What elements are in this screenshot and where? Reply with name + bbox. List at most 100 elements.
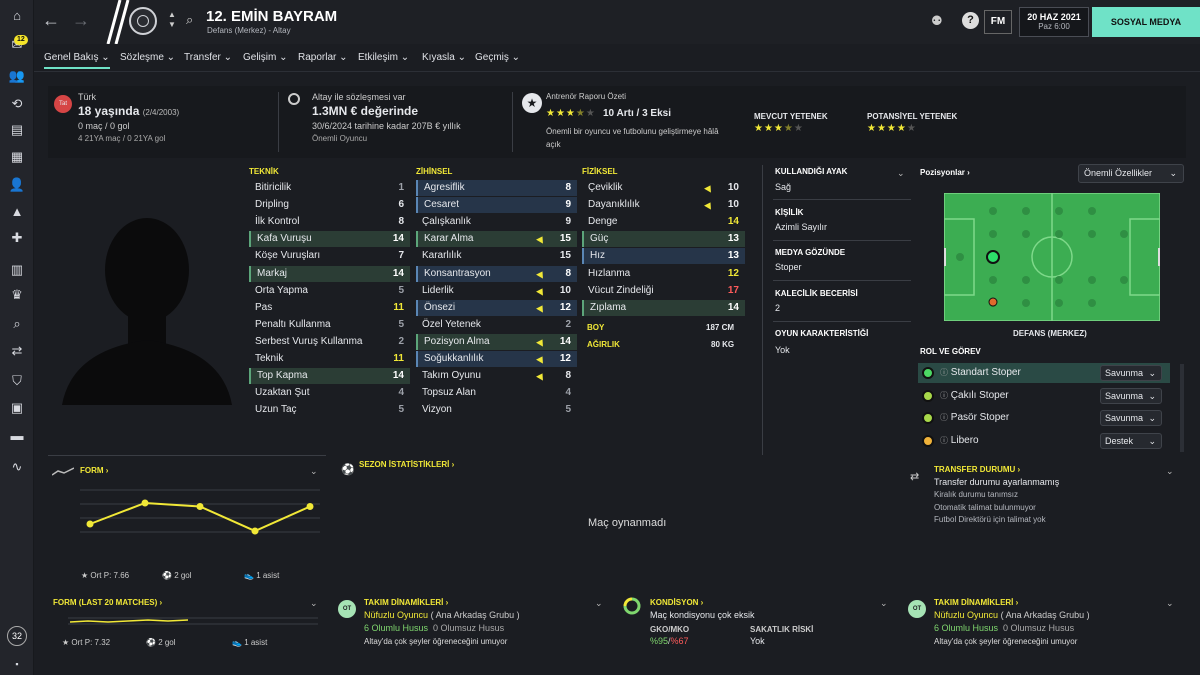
form20-link[interactable]: FORM (LAST 20 MATCHES) › (53, 598, 162, 607)
nation-flag-icon[interactable]: Tat (54, 95, 72, 113)
club-crest-icon[interactable] (129, 7, 157, 35)
attribute-row[interactable]: Orta Yapma 5 (249, 283, 410, 299)
training-icon[interactable]: ▤ (8, 122, 26, 138)
attribute-row[interactable]: Kararlılık 15 (416, 248, 577, 264)
key-attributes-dropdown[interactable]: Önemli Özellikler ⌄ (1078, 164, 1184, 183)
team-dynamics-link[interactable]: TAKIM DİNAMİKLERİ › (364, 598, 448, 607)
form-point[interactable] (86, 520, 94, 528)
attribute-row[interactable]: Pas 11 (249, 300, 410, 316)
social-media-button[interactable]: SOSYAL MEDYA (1092, 7, 1200, 37)
attribute-row[interactable]: Pozisyon Alma 14 (416, 333, 577, 350)
chevron-down-icon[interactable]: ⌄ (1166, 598, 1174, 609)
form-point[interactable] (251, 527, 259, 535)
finance-icon[interactable]: ▣ (8, 400, 26, 416)
condition-link[interactable]: KONDİSYON › (650, 598, 703, 607)
trend-icon[interactable]: ∿ (8, 459, 26, 475)
transfers-icon[interactable]: ⇄ (8, 343, 26, 359)
attribute-row[interactable]: Bitiricilik 1 (249, 180, 410, 196)
attribute-row[interactable]: Uzaktan Şut 4 (249, 385, 410, 401)
role-row[interactable]: ⓘ Pasör Stoper Savunma ⌄ (918, 408, 1170, 428)
duty-dropdown[interactable]: Savunma ⌄ (1100, 365, 1162, 381)
role-row[interactable]: ⓘ Libero Destek ⌄ (918, 431, 1170, 451)
attribute-row[interactable]: Vizyon 5 (416, 402, 577, 418)
tab-overview[interactable]: Genel Bakış ⌄ (44, 52, 110, 69)
transfer-status-link[interactable]: TRANSFER DURUMU › (934, 465, 1020, 474)
attribute-row[interactable]: Dripling 6 (249, 197, 410, 213)
team-dynamics-link-2[interactable]: TAKIM DİNAMİKLERİ › (934, 598, 1018, 607)
attribute-row[interactable]: Hız 13 (582, 248, 745, 265)
attribute-row[interactable]: Zıplama 14 (582, 299, 745, 316)
duty-dropdown[interactable]: Destek ⌄ (1100, 432, 1162, 449)
search-icon[interactable]: ⌕ (186, 12, 193, 28)
forward-arrow-icon[interactable]: → (72, 10, 90, 31)
role-row[interactable]: ⓘ Çakılı Stoper Savunma ⌄ (918, 386, 1170, 406)
tab-reports[interactable]: Raporlar ⌄ (298, 52, 348, 63)
chevron-down-icon[interactable]: ⌄ (880, 598, 888, 609)
chevron-down-icon[interactable]: ⌄ (595, 598, 603, 609)
attribute-row[interactable]: Top Kapma 14 (249, 368, 410, 385)
scouting-icon[interactable]: ⌕ (8, 316, 26, 332)
chevron-down-icon[interactable]: ⌄ (310, 598, 318, 609)
attribute-row[interactable]: Cesaret 9 (416, 197, 577, 214)
tab-contract[interactable]: Sözleşme ⌄ (120, 52, 175, 63)
money-icon[interactable]: ▬ (8, 428, 26, 444)
roles-scrollbar[interactable] (1180, 364, 1184, 452)
attribute-row[interactable]: Çeviklik 10 (582, 180, 745, 196)
calendar-icon[interactable]: ▥ (8, 262, 26, 278)
attribute-row[interactable]: Özel Yetenek 2 (416, 317, 577, 333)
chevron-down-icon[interactable]: ⌄ (310, 466, 318, 477)
attribute-row[interactable]: Penaltı Kullanma 5 (249, 317, 410, 333)
chevron-down-icon[interactable]: ⌄ (897, 168, 905, 179)
tab-history[interactable]: Geçmiş ⌄ (475, 52, 520, 63)
duty-dropdown[interactable]: Savunma ⌄ (1100, 387, 1162, 404)
report-icon[interactable]: ▦ (8, 149, 26, 165)
attribute-row[interactable]: Önsezi 12 (416, 299, 577, 316)
attribute-row[interactable]: Karar Alma 15 (416, 231, 577, 248)
attribute-row[interactable]: Vücut Zindeliği 17 (582, 283, 745, 299)
dynamics-icon[interactable]: ⟲ (8, 96, 26, 112)
attribute-row[interactable]: Kafa Vuruşu 14 (249, 231, 410, 248)
attribute-row[interactable]: Köşe Vuruşları 7 (249, 248, 410, 264)
home-icon[interactable]: ⌂ (8, 8, 26, 24)
squad-icon[interactable]: 👥 (8, 68, 26, 84)
attribute-row[interactable]: Hızlanma 12 (582, 266, 745, 282)
tab-development[interactable]: Gelişim ⌄ (243, 52, 288, 63)
duty-dropdown[interactable]: Savunma ⌄ (1100, 410, 1162, 426)
attribute-row[interactable]: Topsuz Alan 4 (416, 385, 577, 401)
attribute-row[interactable]: Serbest Vuruş Kullanma 2 (249, 334, 410, 350)
tab-compare[interactable]: Kıyasla ⌄ (422, 52, 466, 63)
medical-icon[interactable]: ✚ (8, 230, 26, 246)
date-display[interactable]: 20 HAZ 2021 Paz 6:00 (1019, 7, 1089, 37)
form-link[interactable]: FORM › (80, 466, 108, 475)
attribute-row[interactable]: Soğukkanlılık 12 (416, 351, 577, 367)
attribute-row[interactable]: Liderlik 10 (416, 283, 577, 299)
tab-transfer[interactable]: Transfer ⌄ (184, 52, 232, 63)
report-summary[interactable]: 10 Artı / 3 Eksi (603, 108, 671, 119)
staff-icon[interactable]: 👤 (8, 177, 26, 193)
season-stats-link[interactable]: SEZON İSTATİSTİKLERİ › (359, 460, 454, 469)
trophy-icon[interactable]: ♛ (8, 287, 26, 303)
fm-button[interactable]: FM (984, 10, 1012, 34)
form-point[interactable] (306, 503, 314, 510)
attribute-row[interactable]: Çalışkanlık 9 (416, 214, 577, 230)
manager-icon[interactable]: ⚉ (931, 13, 943, 29)
form-point[interactable] (141, 499, 149, 507)
help-icon[interactable]: ? (962, 12, 979, 29)
role-row[interactable]: ⓘ Standart Stoper Savunma ⌄ (918, 363, 1170, 383)
attribute-row[interactable]: İlk Kontrol 8 (249, 214, 410, 230)
attribute-row[interactable]: Markaj 14 (249, 265, 410, 282)
positions-link[interactable]: Pozisyonlar › (920, 168, 970, 177)
attribute-row[interactable]: Konsantrasyon 8 (416, 265, 577, 282)
form-point[interactable] (196, 503, 204, 510)
attribute-row[interactable]: Dayanıklılık 10 (582, 197, 745, 213)
tab-interaction[interactable]: Etkileşim ⌄ (358, 52, 409, 63)
attribute-row[interactable]: Takım Oyunu 8 (416, 368, 577, 384)
attribute-row[interactable]: Teknik 11 (249, 351, 410, 367)
club-icon[interactable]: ⛉ (8, 373, 26, 389)
back-arrow-icon[interactable]: ← (42, 10, 60, 31)
attribute-row[interactable]: Agresiflik 8 (416, 180, 577, 196)
tactics-icon[interactable]: ▲ (8, 204, 26, 220)
chevron-down-icon[interactable]: ⌄ (1166, 466, 1174, 477)
attribute-row[interactable]: Uzun Taç 5 (249, 402, 410, 418)
attribute-row[interactable]: Denge 14 (582, 214, 745, 230)
